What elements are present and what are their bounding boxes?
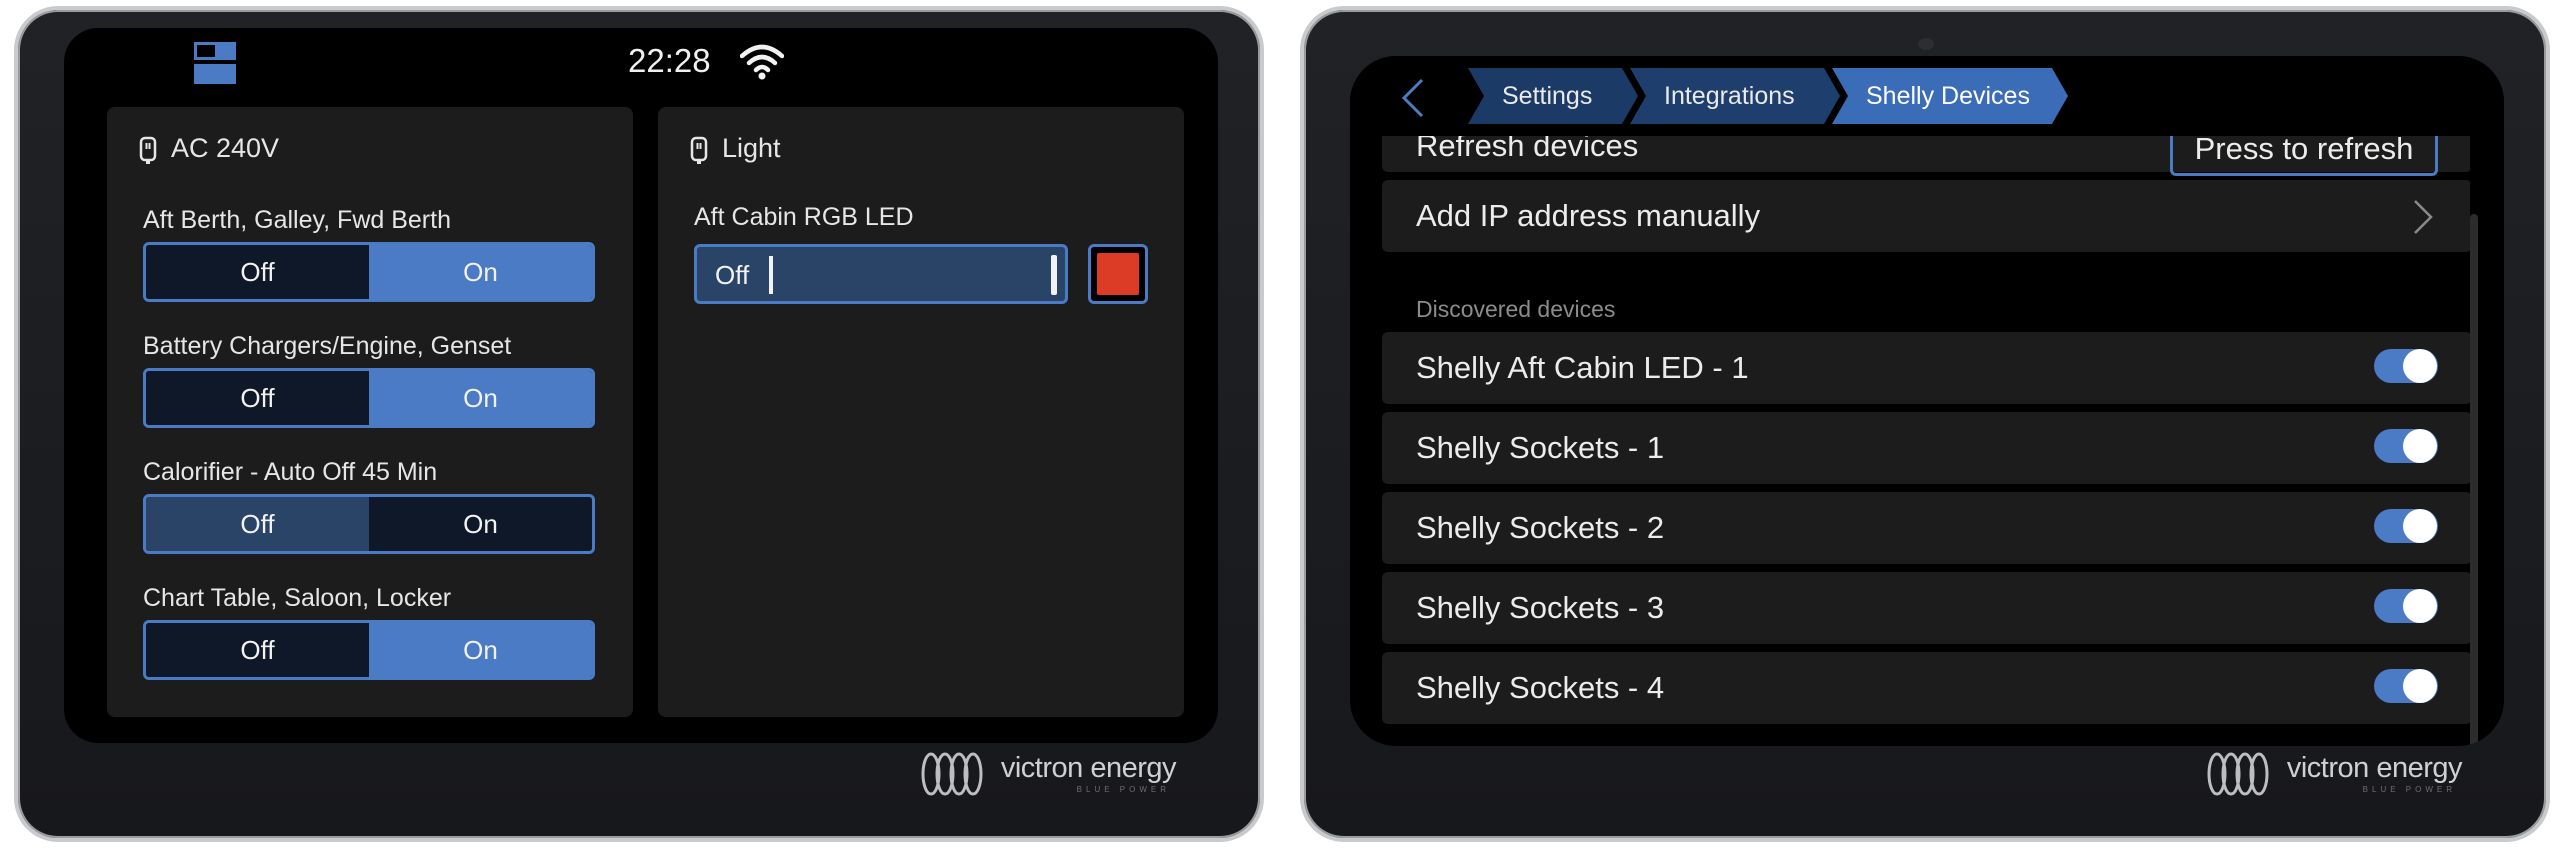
layout-toggle-icon[interactable] [194, 42, 236, 84]
on-option[interactable]: On [369, 623, 592, 677]
device-toggle[interactable] [2374, 589, 2438, 623]
panel-header: AC 240V [139, 133, 279, 164]
switch-aft-berth[interactable]: Off On [143, 242, 595, 302]
switch-label: Chart Table, Saloon, Locker [143, 584, 452, 612]
chevron-right-icon [2414, 200, 2433, 234]
switch-battery-chargers[interactable]: Off On [143, 368, 595, 428]
row-label: Refresh devices [1416, 136, 1639, 163]
light-panel: Light Aft Cabin RGB LED Off [658, 107, 1184, 717]
right-device: Refresh devices Press to refresh Add IP … [1300, 6, 2550, 842]
left-screen: 22:28 AC 240V Aft Berth, Galley, Fwd Ber… [64, 28, 1218, 743]
panel-title: AC 240V [171, 133, 280, 163]
switch-chart-table[interactable]: Off On [143, 620, 595, 680]
device-name: Shelly Sockets - 2 [1416, 510, 1665, 545]
switch-label: Battery Chargers/Engine, Genset [143, 332, 512, 360]
off-option[interactable]: Off [146, 371, 369, 425]
device-row[interactable]: Shelly Aft Cabin LED - 1 [1382, 332, 2470, 404]
clock: 22:28 [628, 42, 711, 79]
device-row[interactable]: Shelly Sockets - 3 [1382, 572, 2470, 644]
slider-value: Off [715, 260, 750, 290]
rgb-dimmer-slider[interactable]: Off [694, 244, 1068, 304]
slider-handle[interactable] [1051, 255, 1057, 295]
victron-logo-icon [921, 752, 983, 796]
brand-name: victron energy [1000, 751, 1177, 784]
brand-name: victron energy [2286, 751, 2463, 784]
device-toggle[interactable] [2374, 429, 2438, 463]
refresh-devices-row: Refresh devices Press to refresh [1382, 136, 2470, 176]
add-ip-row[interactable]: Add IP address manually [1382, 180, 2470, 252]
device-name: Shelly Sockets - 1 [1416, 430, 1665, 465]
off-option[interactable]: Off [146, 497, 369, 551]
device-row[interactable]: Shelly Sockets - 4 [1382, 652, 2470, 724]
device-toggle[interactable] [2374, 509, 2438, 543]
panel-header: Light [690, 133, 781, 164]
status-bar: 22:28 [64, 28, 1218, 104]
color-swatch [1097, 253, 1139, 295]
victron-logo: victron energy BLUE POWER [915, 746, 1177, 802]
nav-bar: Settings Integrations Shelly Devices [1350, 56, 2504, 136]
brand-tagline: BLUE POWER [1076, 785, 1170, 794]
wifi-icon [740, 44, 784, 80]
device-name: Shelly Sockets - 4 [1416, 670, 1665, 705]
plug-icon [690, 136, 708, 164]
device-toggle[interactable] [2374, 349, 2438, 383]
left-device: 22:28 AC 240V Aft Berth, Galley, Fwd Ber… [14, 6, 1264, 842]
victron-logo: victron energy BLUE POWER [2201, 746, 2463, 802]
settings-list[interactable]: Refresh devices Press to refresh Add IP … [1382, 136, 2470, 746]
on-option[interactable]: On [369, 371, 592, 425]
ac-240v-panel: AC 240V Aft Berth, Galley, Fwd Berth Off… [107, 107, 633, 717]
device-toggle[interactable] [2374, 669, 2438, 703]
switch-label: Calorifier - Auto Off 45 Min [143, 458, 438, 486]
slider-cursor [769, 256, 773, 294]
on-option[interactable]: On [369, 497, 592, 551]
switch-calorifier[interactable]: Off On [143, 494, 595, 554]
plug-icon [139, 136, 157, 164]
row-label: Add IP address manually [1416, 198, 1761, 233]
breadcrumb-shelly-devices[interactable]: Shelly Devices [1832, 68, 2068, 124]
switch-label: Aft Berth, Galley, Fwd Berth [143, 206, 451, 234]
off-option[interactable]: Off [146, 623, 369, 677]
device-name: Shelly Aft Cabin LED - 1 [1416, 350, 1749, 385]
back-icon[interactable] [1398, 76, 1428, 120]
device-row[interactable]: Shelly Sockets - 2 [1382, 492, 2470, 564]
section-header: Discovered devices [1416, 296, 1616, 322]
on-option[interactable]: On [369, 245, 592, 299]
brand-tagline: BLUE POWER [2362, 785, 2456, 794]
refresh-button[interactable]: Press to refresh [2170, 136, 2438, 176]
right-screen: Refresh devices Press to refresh Add IP … [1350, 56, 2504, 746]
scrollbar[interactable] [2470, 214, 2478, 746]
victron-logo-icon [2207, 752, 2269, 796]
panel-title: Light [722, 133, 781, 163]
camera-dot [1918, 38, 1934, 50]
breadcrumb-settings[interactable]: Settings [1468, 68, 1638, 124]
color-picker-button[interactable] [1088, 244, 1148, 304]
device-name: Shelly Sockets - 3 [1416, 590, 1665, 625]
device-row[interactable]: Shelly Sockets - 1 [1382, 412, 2470, 484]
breadcrumb-integrations[interactable]: Integrations [1630, 68, 1840, 124]
off-option[interactable]: Off [146, 245, 369, 299]
rgb-led-label: Aft Cabin RGB LED [694, 203, 914, 231]
